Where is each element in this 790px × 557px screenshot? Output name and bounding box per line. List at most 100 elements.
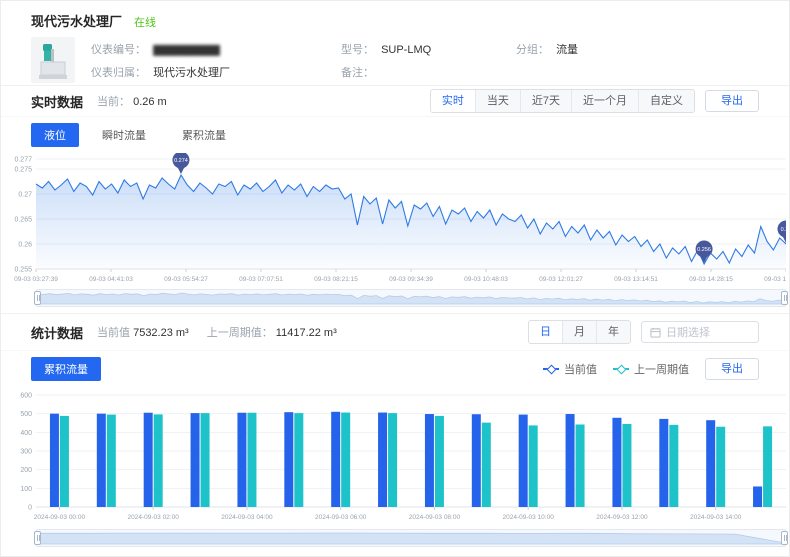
bar-chart-svg: 01002003004005006002024-09-03 00:002024-… [6, 387, 786, 525]
svg-text:09-03 03:27:39: 09-03 03:27:39 [14, 276, 58, 283]
stats-current: 当前值 7532.23 m³ [97, 324, 189, 340]
bar-datazoom-slider[interactable] [36, 529, 786, 547]
datazoom-selection[interactable] [37, 290, 785, 306]
group-value: 流量 [556, 44, 578, 56]
bar-previous-4[interactable] [247, 413, 256, 507]
bar-previous-3[interactable] [201, 413, 210, 507]
svg-text:2024-09-03 14:00: 2024-09-03 14:00 [690, 514, 742, 521]
realtime-tab-2[interactable]: 累积流量 [169, 123, 239, 147]
datazoom-left-handle[interactable] [34, 531, 41, 545]
model-value: SUP-LMQ [381, 44, 431, 56]
svg-text:2024-09-03 08:00: 2024-09-03 08:00 [409, 514, 461, 521]
stats-current-value: 7532.23 m³ [133, 327, 189, 339]
realtime-section-header: 实时数据 当前： 0.26 m 实时当天近7天近一个月自定义 导出 [1, 85, 789, 117]
svg-text:09-03 13:14:51: 09-03 13:14:51 [614, 276, 658, 283]
time-range-button-3[interactable]: 近一个月 [571, 90, 638, 112]
svg-text:500: 500 [20, 411, 32, 418]
device-photo-image [31, 37, 75, 83]
bar-current-6[interactable] [331, 412, 340, 507]
svg-text:2024-09-03 00:00: 2024-09-03 00:00 [34, 514, 86, 521]
datazoom-right-handle[interactable] [781, 291, 788, 305]
model-label: 型号： [341, 44, 374, 56]
bar-current-5[interactable] [284, 412, 293, 507]
line-datazoom-slider[interactable] [36, 289, 786, 307]
page-title: 现代污水处理厂 [31, 11, 122, 30]
bar-current-10[interactable] [519, 415, 528, 507]
svg-text:0.275: 0.275 [14, 167, 32, 174]
remark-label: 备注： [341, 67, 374, 79]
period-group: 日月年 [528, 320, 631, 344]
svg-text:0.27: 0.27 [18, 192, 32, 199]
marker-pin-max: 0.274 [172, 153, 189, 174]
bar-previous-0[interactable] [60, 416, 69, 507]
svg-text:09-03 05:54:27: 09-03 05:54:27 [164, 276, 208, 283]
svg-text:0.26: 0.26 [781, 227, 786, 233]
bar-current-9[interactable] [472, 414, 481, 507]
calendar-icon [650, 327, 661, 338]
datazoom-selection[interactable] [37, 530, 785, 546]
bar-previous-7[interactable] [388, 413, 397, 507]
bar-previous-13[interactable] [669, 425, 678, 507]
bar-previous-11[interactable] [576, 424, 585, 507]
svg-text:0.265: 0.265 [14, 217, 32, 224]
bar-previous-8[interactable] [435, 416, 444, 507]
legend-item-0[interactable]: 当前值 [543, 361, 597, 377]
bar-current-0[interactable] [50, 414, 59, 507]
svg-text:0.274: 0.274 [174, 158, 188, 164]
bar-current-3[interactable] [191, 413, 200, 507]
bar-previous-6[interactable] [341, 413, 350, 507]
svg-text:100: 100 [20, 486, 32, 493]
svg-text:09-03 14:28:15: 09-03 14:28:15 [689, 276, 733, 283]
bar-current-1[interactable] [97, 414, 106, 507]
time-range-button-4[interactable]: 自定义 [638, 90, 694, 112]
bar-current-13[interactable] [659, 419, 668, 507]
bar-current-7[interactable] [378, 413, 387, 507]
bar-current-12[interactable] [612, 418, 621, 507]
bar-current-2[interactable] [144, 413, 153, 507]
group-label: 分组： [516, 44, 549, 56]
bar-previous-12[interactable] [622, 424, 631, 507]
bar-current-4[interactable] [237, 413, 246, 507]
svg-text:0.255: 0.255 [14, 267, 32, 274]
time-range-button-2[interactable]: 近7天 [520, 90, 571, 112]
model-field: 型号： SUP-LMQ [341, 41, 516, 57]
svg-text:2024-09-03 06:00: 2024-09-03 06:00 [315, 514, 367, 521]
datazoom-right-handle[interactable] [781, 531, 788, 545]
bar-previous-14[interactable] [716, 427, 725, 507]
bar-previous-9[interactable] [482, 423, 491, 507]
time-range-button-1[interactable]: 当天 [475, 90, 520, 112]
period-button-2[interactable]: 年 [596, 321, 630, 343]
svg-text:09-03 09:34:39: 09-03 09:34:39 [389, 276, 433, 283]
bar-previous-5[interactable] [294, 413, 303, 507]
svg-text:2024-09-03 04:00: 2024-09-03 04:00 [221, 514, 273, 521]
realtime-export-button[interactable]: 导出 [705, 90, 759, 112]
realtime-tab-0[interactable]: 液位 [31, 123, 79, 147]
bar-previous-15[interactable] [763, 426, 772, 507]
time-range-button-0[interactable]: 实时 [431, 90, 475, 112]
svg-text:300: 300 [20, 449, 32, 456]
realtime-tab-1[interactable]: 瞬时流量 [89, 123, 159, 147]
bar-current-15[interactable] [753, 486, 762, 507]
bar-previous-2[interactable] [154, 414, 163, 507]
accumulated-flow-bar-chart[interactable]: 01002003004005006002024-09-03 00:002024-… [6, 387, 789, 525]
stats-current-label: 当前值 [97, 327, 130, 339]
period-button-1[interactable]: 月 [562, 321, 596, 343]
stats-tab-0[interactable]: 累积流量 [31, 357, 101, 381]
level-line-chart[interactable]: 0.2550.260.2650.270.2750.27709-03 03:27:… [6, 153, 789, 285]
belong-label: 仪表归属： [91, 67, 146, 79]
bar-current-11[interactable] [566, 414, 575, 507]
meter-number-field: 仪表编号： █████ ███ █████ [91, 41, 341, 57]
bar-current-8[interactable] [425, 414, 434, 507]
bar-current-14[interactable] [706, 420, 715, 507]
bar-previous-1[interactable] [107, 415, 116, 507]
legend-item-1[interactable]: 上一周期值 [613, 361, 689, 377]
svg-text:2024-09-03 12:00: 2024-09-03 12:00 [596, 514, 648, 521]
bar-previous-10[interactable] [529, 425, 538, 507]
status-badge: 在线 [134, 14, 156, 30]
realtime-current-value: 0.26 m [133, 96, 167, 108]
time-range-group: 实时当天近7天近一个月自定义 [430, 89, 695, 113]
datazoom-left-handle[interactable] [34, 291, 41, 305]
stats-export-button[interactable]: 导出 [705, 358, 759, 380]
date-picker[interactable]: 日期选择 [641, 321, 759, 343]
period-button-0[interactable]: 日 [529, 321, 562, 343]
